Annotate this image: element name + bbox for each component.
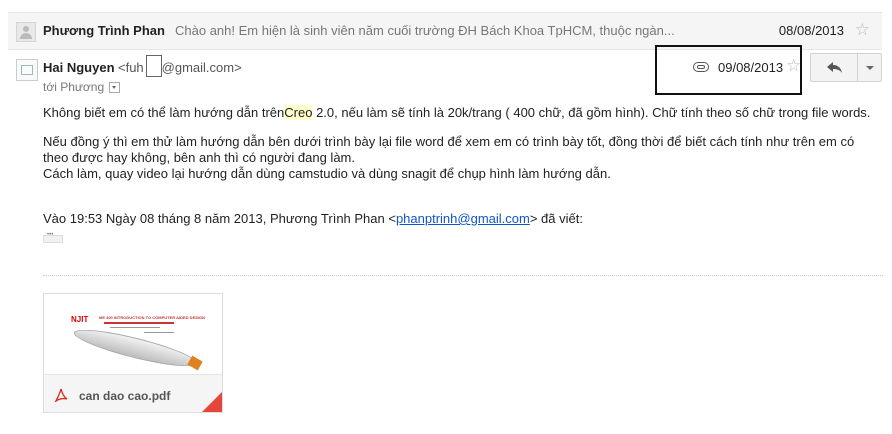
collapsed-sender: Phương Trình Phan (43, 23, 165, 38)
thumb-logo: NJIT (71, 315, 89, 324)
attachment-card[interactable]: NJIT ME 400 INTRODUCTION TO COMPUTER AID… (43, 293, 223, 413)
attachment-footer: can dao cao.pdf (44, 374, 222, 412)
star-icon[interactable]: ☆ (786, 56, 801, 76)
more-options-button[interactable] (857, 53, 882, 82)
collapsed-date: 08/08/2013 (778, 23, 844, 38)
quote-header: Vào 19:53 Ngày 08 tháng 8 năm 2013, Phươ… (43, 211, 583, 226)
attachment-filename: can dao cao.pdf (79, 389, 171, 403)
download-corner-icon[interactable] (202, 392, 222, 412)
details-dropdown-icon[interactable] (109, 82, 121, 94)
divider (43, 275, 883, 276)
message-body: Không biết em có thể làm hướng dẫn trênC… (43, 105, 883, 182)
thumb-line (144, 332, 174, 333)
body-paragraph: Không biết em có thể làm hướng dẫn trênC… (43, 105, 871, 120)
reply-icon (827, 62, 842, 73)
sender-avatar (16, 59, 38, 81)
thumb-title: ME 400 INTRODUCTION TO COMPUTER AIDED DE… (99, 315, 206, 320)
thumb-line (110, 327, 160, 328)
attachment-thumbnail: NJIT ME 400 INTRODUCTION TO COMPUTER AID… (44, 294, 222, 374)
message-date: 09/08/2013 (718, 60, 784, 75)
collapsed-snippet: Chào anh! Em hiện là sinh viên năm cuối … (175, 23, 675, 38)
redaction-box (146, 55, 162, 77)
thumb-blade-image (71, 322, 200, 374)
pdf-icon (54, 388, 68, 402)
body-paragraph: Cách làm, quay video lại hướng dẫn dùng … (43, 166, 611, 181)
avatar (16, 22, 36, 42)
thumb-line (104, 322, 174, 324)
sender-email: <fuh @gmail.com> (118, 60, 242, 75)
reply-button[interactable] (810, 53, 858, 82)
thumb-blade-handle (187, 355, 203, 371)
quote-email-link[interactable]: phanptrinh@gmail.com (396, 211, 530, 226)
body-paragraph: Nếu đồng ý thì em thử làm hướng dẫn bên … (43, 134, 855, 165)
paperclip-icon (693, 62, 709, 72)
show-trimmed-content-button[interactable] (43, 232, 63, 243)
sender-name[interactable]: Hai Nguyen (43, 60, 115, 75)
recipient-line: tới Phương (43, 80, 121, 94)
star-icon[interactable]: ☆ (855, 20, 870, 40)
